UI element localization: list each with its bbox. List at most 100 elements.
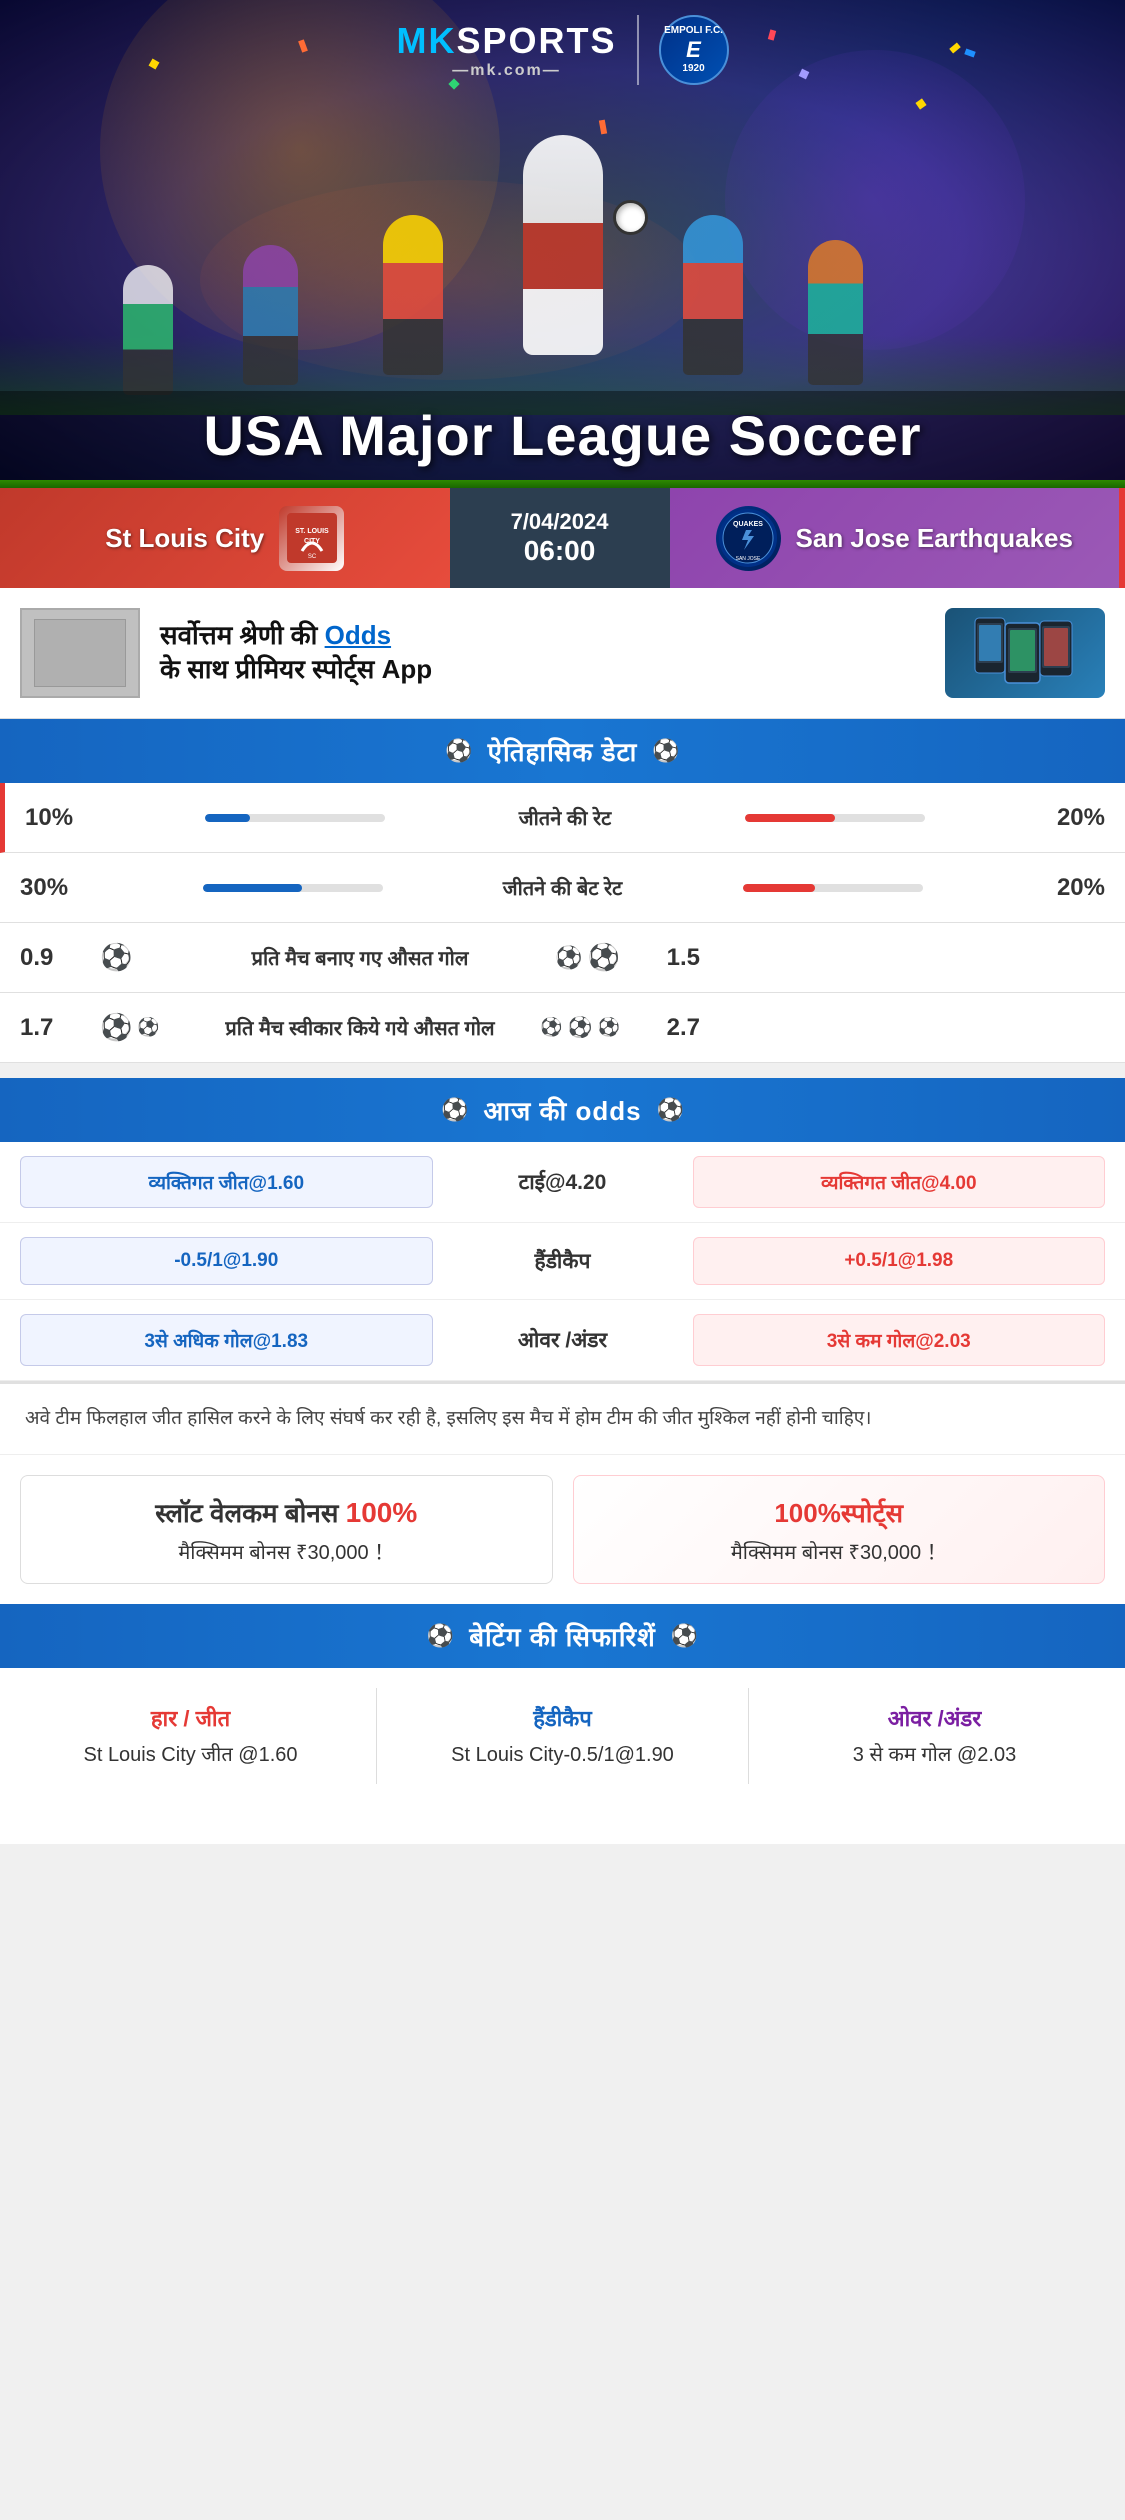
bar-fill-winrate-right [745, 814, 835, 822]
match-date: 7/04/2024 [511, 509, 609, 535]
rec-type-3: ओवर /अंडर [774, 1703, 1095, 1733]
bar-fill-betrate-left [203, 884, 302, 892]
team-right-name: San Jose Earthquakes [796, 523, 1073, 554]
odds-btn-handicap-left[interactable]: -0.5/1@1.90 [20, 1237, 433, 1285]
bar-track-left-betrate [203, 884, 383, 892]
team-left-name: St Louis City [105, 523, 264, 554]
sj-badge: QUAKES SAN JOSE [716, 506, 781, 571]
odds-btn-win-left[interactable]: व्यक्तिगत जीत@1.60 [20, 1156, 433, 1208]
stat-bar-right-winrate [725, 814, 1025, 822]
match-header: St Louis City ST. LOUIS CITY SC 7/04/202… [0, 488, 1125, 588]
rec-value-3: 3 से कम गोल @2.03 [774, 1741, 1095, 1769]
odds-btn-handicap-right[interactable]: +0.5/1@1.98 [693, 1237, 1106, 1285]
rec-grid: हार / जीत St Louis City जीत @1.60 हैंडीक… [0, 1668, 1125, 1804]
bar-track-right-winrate [745, 814, 925, 822]
soccer-ball-icon-odds-right: ⚽ [657, 1097, 684, 1123]
ball-icon-scored-r2: ⚽ [588, 942, 620, 973]
promo-placeholder-image [20, 608, 140, 698]
ball-icon-scored-1: ⚽ [100, 942, 132, 973]
promo-banner[interactable]: सर्वोत्तम श्रेणी की Odds के साथ प्रीमियर… [0, 588, 1125, 719]
soccer-ball-icon-right: ⚽ [652, 738, 679, 764]
historical-header: ⚽ ऐतिहासिक डेटा ⚽ [0, 719, 1125, 783]
bonus-card-sports[interactable]: 100%स्पोर्ट्स मैक्सिमम बोनस ₹30,000 ！ [573, 1475, 1106, 1584]
stat-label-betrate: जीतने की बेट रेट [403, 874, 723, 901]
spacer-1 [0, 1063, 1125, 1078]
match-center: 7/04/2024 06:00 [450, 488, 670, 588]
ball-icon-scored-r1: ⚽ [555, 945, 582, 971]
rec-card-1: हार / जीत St Louis City जीत @1.60 [20, 1688, 361, 1784]
odds-center-handicap: हैंडीकैप [443, 1247, 683, 1275]
svg-text:SC: SC [308, 554, 317, 560]
hero-banner: MKSPORTS —mk.com— EMPOLI F.C. E 1920 [0, 0, 1125, 480]
soccer-ball-icon-rec-right: ⚽ [671, 1623, 698, 1649]
hero-title-area: USA Major League Soccer [0, 391, 1125, 480]
rec-header: ⚽ बेटिंग की सिफारिशें ⚽ [0, 1604, 1125, 1668]
ball-icon-conceded-r2: ⚽ [568, 1015, 593, 1040]
odds-header: ⚽ आज की odds ⚽ [0, 1078, 1125, 1142]
rec-value-2: St Louis City-0.5/1@1.90 [402, 1741, 723, 1769]
stat-icons-left-goals-scored: ⚽ [100, 942, 200, 973]
stat-row-goals-conceded: 1.7 ⚽ ⚽ प्रति मैच स्वीकार किये गये औसत ग… [0, 993, 1125, 1063]
team-right-section: QUAKES SAN JOSE San Jose Earthquakes [670, 488, 1120, 588]
page-title: USA Major League Soccer [20, 403, 1105, 468]
info-text: अवे टीम फिलहाल जीत हासिल करने के लिए संघ… [25, 1404, 1100, 1434]
svg-text:QUAKES: QUAKES [733, 521, 763, 528]
bonus-slots-subtitle: मैक्सिमम बोनस ₹30,000 ！ [39, 1536, 534, 1565]
stat-right-goals-scored: 1.5 [620, 944, 700, 972]
odds-row-2: -0.5/1@1.90 हैंडीकैप +0.5/1@1.98 [0, 1223, 1125, 1300]
promo-phones-image [945, 608, 1105, 698]
red-accent-bar [1119, 488, 1125, 588]
rec-title: बेटिंग की सिफारिशें [469, 1618, 656, 1654]
odds-center-tie: टाई@4.20 [443, 1168, 683, 1196]
stat-icons-right-goals-conceded: ⚽ ⚽ ⚽ [520, 1015, 620, 1040]
rec-value-1: St Louis City जीत @1.60 [30, 1741, 351, 1769]
rec-card-2: हैंडीकैप St Louis City-0.5/1@1.90 [392, 1688, 733, 1784]
stat-left-goals-conceded: 1.7 [20, 1014, 100, 1042]
ball-icon-conceded-1: ⚽ [100, 1012, 132, 1043]
stat-bar-right-betrate [723, 884, 1026, 892]
stat-right-goals-conceded: 2.7 [620, 1014, 700, 1042]
stat-label-goals-conceded: प्रति मैच स्वीकार किये गये औसत गोल [200, 1014, 520, 1041]
stat-icons-right-goals-scored: ⚽ ⚽ [520, 942, 620, 973]
soccer-ball-icon-rec-left: ⚽ [427, 1623, 454, 1649]
bonus-card-slots[interactable]: स्लॉट वेलकम बोनस 100% मैक्सिमम बोनस ₹30,… [20, 1475, 553, 1584]
bonus-slots-title: स्लॉट वेलकम बोनस 100% [39, 1494, 534, 1530]
svg-text:SAN JOSE: SAN JOSE [736, 556, 761, 562]
rec-type-1: हार / जीत [30, 1703, 351, 1733]
bar-fill-winrate-left [205, 814, 250, 822]
odds-section: व्यक्तिगत जीत@1.60 टाई@4.20 व्यक्तिगत जी… [0, 1142, 1125, 1381]
historical-data-section: 10% जीतने की रेट 20% 30% जीतने की बेट रे… [0, 783, 1125, 1063]
bar-track-left-winrate [205, 814, 385, 822]
odds-btn-win-right[interactable]: व्यक्तिगत जीत@4.00 [693, 1156, 1106, 1208]
odds-row-1: व्यक्तिगत जीत@1.60 टाई@4.20 व्यक्तिगत जी… [0, 1142, 1125, 1223]
rec-card-3: ओवर /अंडर 3 से कम गोल @2.03 [764, 1688, 1105, 1784]
stat-right-betrate: 20% [1025, 874, 1105, 902]
stat-left-winrate: 10% [25, 804, 105, 832]
players-visual [0, 65, 1125, 415]
odds-btn-overunder-right[interactable]: 3से कम गोल@2.03 [693, 1314, 1106, 1366]
rec-divider-1 [376, 1688, 377, 1784]
odds-btn-overunder-left[interactable]: 3से अधिक गोल@1.83 [20, 1314, 433, 1366]
stat-bar-left-winrate [105, 814, 405, 822]
soccer-ball-icon-odds-left: ⚽ [441, 1097, 468, 1123]
historical-title: ऐतिहासिक डेटा [488, 733, 638, 769]
stat-left-betrate: 30% [20, 874, 100, 902]
ball-icon-conceded-2: ⚽ [137, 1017, 159, 1038]
stat-label-goals-scored: प्रति मैच बनाए गए औसत गोल [200, 944, 520, 971]
odds-title: आज की odds [483, 1092, 641, 1128]
bonus-sports-title: 100%स्पोर्ट्स [592, 1494, 1087, 1530]
stat-row-goals-scored: 0.9 ⚽ प्रति मैच बनाए गए औसत गोल ⚽ ⚽ 1.5 [0, 923, 1125, 993]
stat-row-bet-rate: 30% जीतने की बेट रेट 20% [0, 853, 1125, 923]
odds-center-overunder: ओवर /अंडर [443, 1326, 683, 1354]
stat-row-win-rate: 10% जीतने की रेट 20% [0, 783, 1125, 853]
stat-right-winrate: 20% [1025, 804, 1105, 832]
stlouis-badge: ST. LOUIS CITY SC [279, 506, 344, 571]
recommendations-section: ⚽ बेटिंग की सिफारिशें ⚽ हार / जीत St Lou… [0, 1604, 1125, 1804]
team-left-section: St Louis City ST. LOUIS CITY SC [0, 488, 450, 588]
stat-left-goals-scored: 0.9 [20, 944, 100, 972]
bonus-section[interactable]: स्लॉट वेलकम बोनस 100% मैक्सिमम बोनस ₹30,… [0, 1454, 1125, 1604]
rec-divider-2 [748, 1688, 749, 1784]
odds-row-3: 3से अधिक गोल@1.83 ओवर /अंडर 3से कम गोल@2… [0, 1300, 1125, 1381]
bar-track-right-betrate [743, 884, 923, 892]
stat-label-winrate: जीतने की रेट [405, 804, 725, 831]
